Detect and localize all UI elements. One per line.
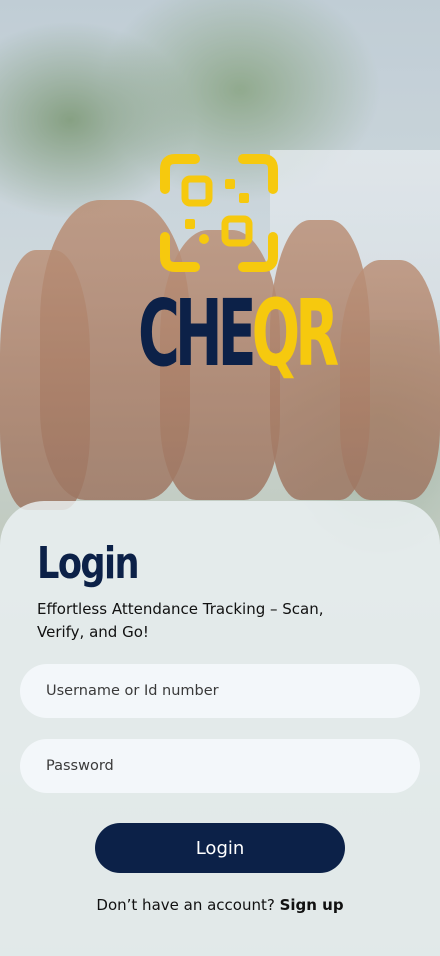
signup-prompt: Don’t have an account? xyxy=(96,896,280,914)
wordmark-che: CHE xyxy=(138,280,257,387)
signup-row: Don’t have an account? Sign up xyxy=(0,896,440,914)
username-input[interactable] xyxy=(20,664,420,718)
page-title: Login xyxy=(37,538,140,589)
wordmark-qr: QR xyxy=(251,280,339,387)
app-logo: CHEQR xyxy=(138,150,339,408)
login-subtitle: Effortless Attendance Tracking – Scan, V… xyxy=(37,600,324,641)
app-wordmark: CHEQR xyxy=(138,288,339,408)
signup-link[interactable]: Sign up xyxy=(280,896,344,914)
password-input[interactable] xyxy=(20,739,420,793)
qr-scan-icon xyxy=(160,154,278,272)
login-button[interactable]: Login xyxy=(95,823,345,873)
